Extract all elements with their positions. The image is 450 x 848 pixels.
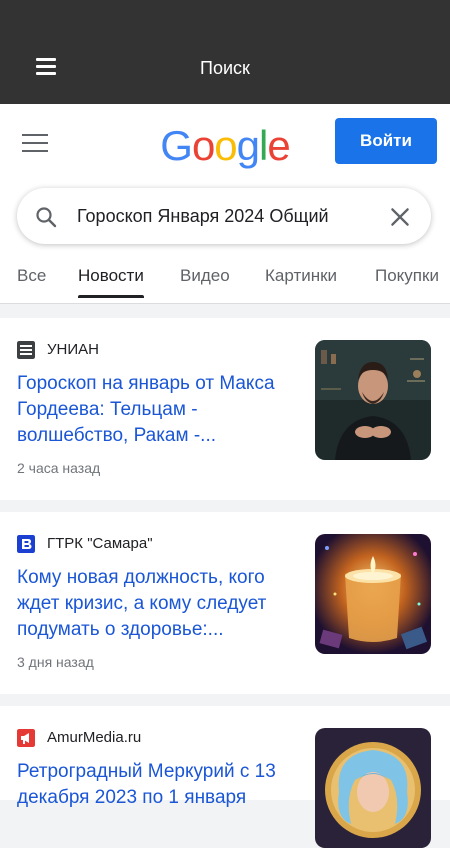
close-icon[interactable] bbox=[387, 204, 413, 230]
tab-news[interactable]: Новости bbox=[78, 266, 144, 298]
logo-letter: G bbox=[160, 122, 193, 169]
tab-video[interactable]: Видео bbox=[180, 266, 230, 286]
news-card[interactable]: AmurMedia.ru Ретроградный Меркурий с 13 … bbox=[0, 706, 450, 848]
google-header: Google Войти Гороскоп Января 2024 Общий … bbox=[0, 104, 450, 304]
candle-photo-thumbnail[interactable] bbox=[315, 534, 431, 654]
tab-shopping[interactable]: Покупки bbox=[375, 266, 439, 286]
news-source-name: ГТРК "Самара" bbox=[47, 535, 153, 552]
search-icon[interactable] bbox=[34, 205, 58, 229]
search-query-text[interactable]: Гороскоп Января 2024 Общий bbox=[77, 206, 377, 227]
woman-illustration-thumbnail[interactable] bbox=[315, 728, 431, 848]
man-photo-thumbnail[interactable] bbox=[315, 340, 431, 460]
gtrk-icon bbox=[17, 535, 35, 553]
search-tabs: Все Новости Видео Картинки Покупки bbox=[0, 264, 450, 304]
news-headline[interactable]: Гороскоп на январь от Макса Гордеева: Те… bbox=[17, 371, 302, 449]
tab-all[interactable]: Все bbox=[17, 266, 46, 286]
news-headline[interactable]: Кому новая должность, кого ждет кризис, … bbox=[17, 565, 302, 643]
news-source-name: AmurMedia.ru bbox=[47, 729, 142, 746]
app-bar-title: Поиск bbox=[200, 58, 250, 78]
search-bar[interactable]: Гороскоп Января 2024 Общий bbox=[17, 188, 431, 244]
app-bar: Поиск bbox=[0, 0, 450, 104]
news-time: 2 часа назад bbox=[17, 460, 101, 476]
tab-images[interactable]: Картинки bbox=[265, 266, 337, 286]
news-source-name: УНИАН bbox=[47, 341, 99, 358]
news-time: 3 дня назад bbox=[17, 654, 94, 670]
amurmedia-icon bbox=[17, 729, 35, 747]
logo-letter: o bbox=[214, 122, 237, 169]
logo-letter: e bbox=[267, 122, 290, 169]
unian-icon bbox=[17, 341, 35, 359]
logo-letter: o bbox=[191, 122, 215, 169]
sign-in-button[interactable]: Войти bbox=[335, 118, 437, 164]
logo-letter: g bbox=[236, 122, 260, 169]
news-card[interactable]: ГТРК "Самара" Кому новая должность, кого… bbox=[0, 512, 450, 694]
news-headline[interactable]: Ретроградный Меркурий с 13 декабря 2023 … bbox=[17, 759, 302, 811]
news-card[interactable]: УНИАН Гороскоп на январь от Макса Гордее… bbox=[0, 318, 450, 500]
